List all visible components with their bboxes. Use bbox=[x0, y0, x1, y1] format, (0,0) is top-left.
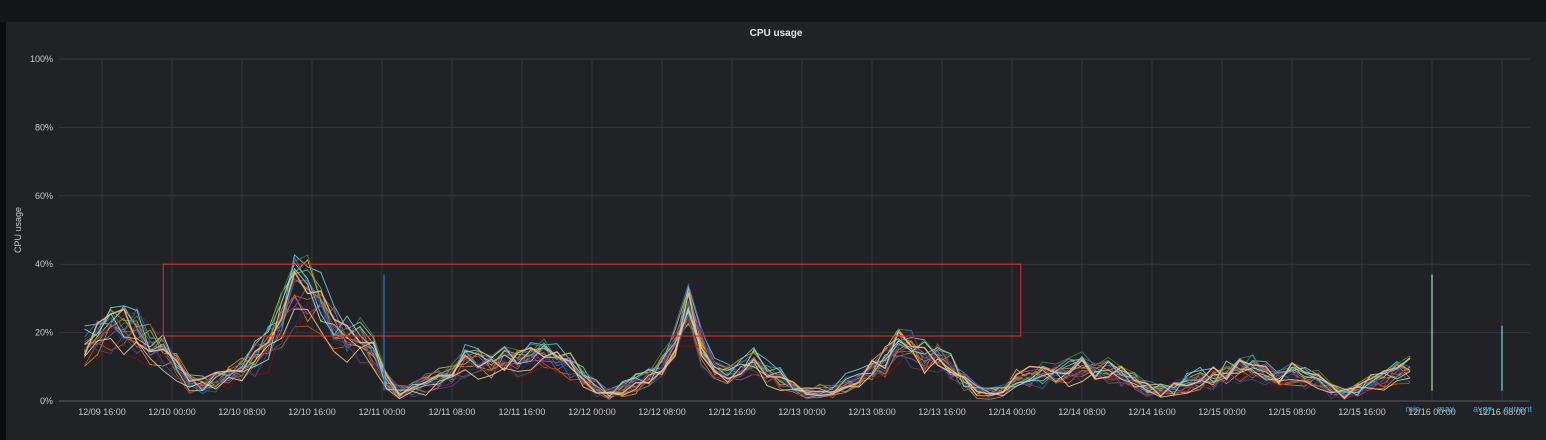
legend-header: min max avg▾ current bbox=[1398, 404, 1532, 415]
x-tick-label: 12/14 08:00 bbox=[1058, 407, 1106, 417]
x-tick-label: 12/12 00:00 bbox=[568, 407, 616, 417]
y-tick-label: 100% bbox=[30, 54, 53, 64]
x-tick-label: 12/13 08:00 bbox=[848, 407, 896, 417]
legend-col-min[interactable]: min bbox=[1398, 404, 1420, 415]
x-tick-label: 12/14 00:00 bbox=[988, 407, 1036, 417]
y-tick-label: 40% bbox=[35, 259, 53, 269]
y-tick-label: 20% bbox=[35, 328, 53, 338]
x-tick-label: 12/12 08:00 bbox=[638, 407, 686, 417]
y-tick-label: 80% bbox=[35, 122, 53, 132]
x-tick-label: 12/12 16:00 bbox=[708, 407, 756, 417]
cpu-usage-chart[interactable]: 0% 20% 40% 60% 80% 100% 12/09 16:00 12/10 00:00… bbox=[0, 0, 1546, 440]
y-axis-label: CPU usage bbox=[13, 207, 23, 253]
y-tick-label: 60% bbox=[35, 191, 53, 201]
legend-col-avg[interactable]: avg▾ bbox=[1454, 404, 1492, 415]
x-tick-label: 12/10 16:00 bbox=[288, 407, 336, 417]
x-tick-label: 12/10 00:00 bbox=[148, 407, 196, 417]
x-tick-label: 12/15 00:00 bbox=[1198, 407, 1246, 417]
y-tick-label: 0% bbox=[40, 396, 53, 406]
x-tick-label: 12/13 16:00 bbox=[918, 407, 966, 417]
x-tick-label: 12/10 08:00 bbox=[218, 407, 266, 417]
legend-col-max[interactable]: max bbox=[1420, 404, 1454, 415]
x-tick-label: 12/11 08:00 bbox=[429, 407, 476, 417]
x-tick-label: 12/15 08:00 bbox=[1268, 407, 1316, 417]
x-tick-label: 12/11 16:00 bbox=[499, 407, 546, 417]
x-tick-label: 12/14 16:00 bbox=[1128, 407, 1176, 417]
x-tick-label: 12/15 16:00 bbox=[1338, 407, 1386, 417]
legend-col-current[interactable]: current bbox=[1492, 404, 1532, 415]
series-line bbox=[84, 258, 1411, 399]
x-tick-label: 12/09 16:00 bbox=[78, 407, 126, 417]
series-line bbox=[84, 314, 1411, 400]
x-tick-label: 12/13 00:00 bbox=[778, 407, 826, 417]
x-tick-label: 12/11 00:00 bbox=[359, 407, 406, 417]
